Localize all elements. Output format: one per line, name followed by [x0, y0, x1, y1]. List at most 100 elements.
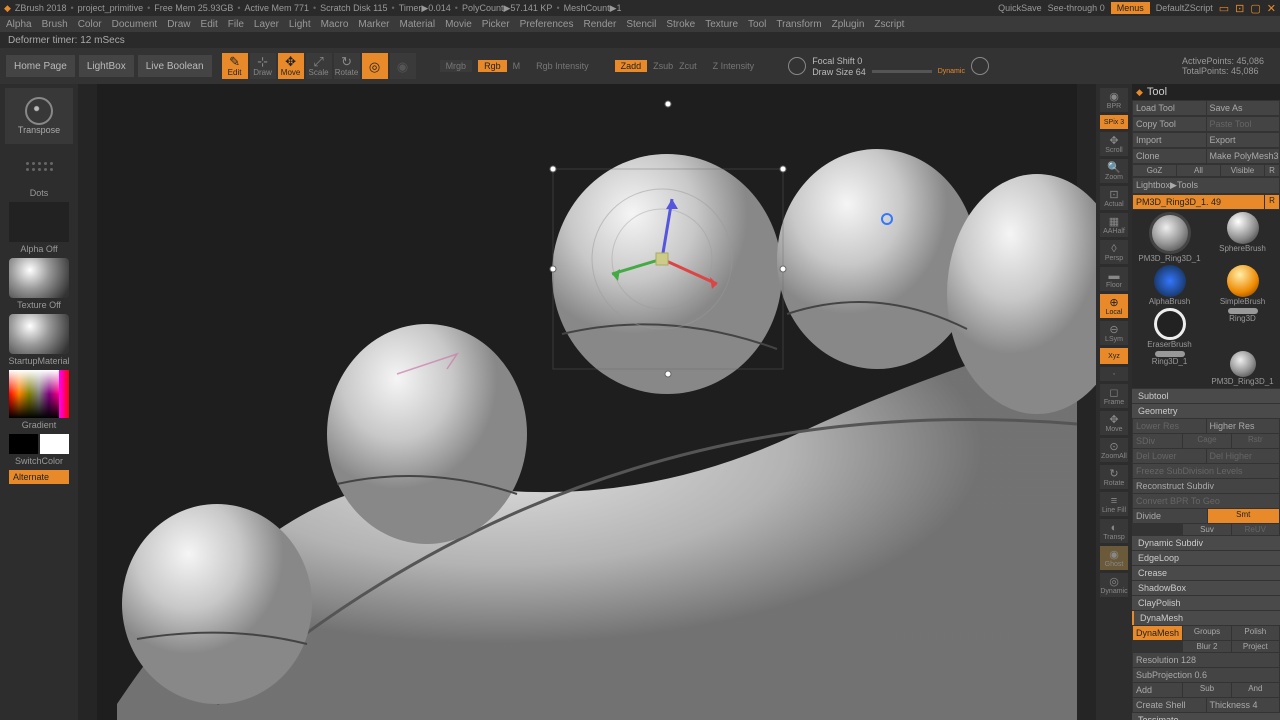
menu-preferences[interactable]: Preferences — [520, 19, 574, 30]
bpr-button[interactable]: ◉BPR — [1100, 88, 1128, 112]
solo-button[interactable]: ◎Dynamic — [1100, 573, 1128, 597]
menu-stroke[interactable]: Stroke — [666, 19, 695, 30]
floor-button[interactable]: ▬Floor — [1100, 267, 1128, 291]
actual-button[interactable]: ⊡Actual — [1100, 186, 1128, 210]
scale-mode-button[interactable]: ⤢Scale — [306, 53, 332, 79]
menu-file[interactable]: File — [228, 19, 244, 30]
xyz-button[interactable]: Xyz — [1100, 348, 1128, 364]
rotate-mode-button[interactable]: ↻Rotate — [334, 53, 360, 79]
goz-button[interactable]: GoZ — [1133, 165, 1176, 176]
sub-button[interactable]: Sub — [1183, 683, 1230, 697]
persp-button[interactable]: ◊Persp — [1100, 240, 1128, 264]
copy-tool-button[interactable]: Copy Tool — [1133, 117, 1206, 131]
menu-macro[interactable]: Macro — [321, 19, 349, 30]
scroll-button[interactable]: ✥Scroll — [1100, 132, 1128, 156]
gradient-label[interactable]: Gradient — [22, 420, 57, 430]
gizmo-button[interactable]: ◎ — [362, 53, 388, 79]
reuv-button[interactable]: ReUV — [1232, 524, 1279, 535]
menu-draw[interactable]: Draw — [167, 19, 190, 30]
polish-button[interactable]: Polish — [1232, 626, 1279, 640]
shadowbox-section[interactable]: ShadowBox — [1132, 581, 1280, 595]
del-lower-button[interactable]: Del Lower — [1133, 449, 1206, 463]
menu-stencil[interactable]: Stencil — [626, 19, 656, 30]
menu-edit[interactable]: Edit — [201, 19, 218, 30]
lightbox-tools-path[interactable]: Lightbox▶Tools — [1133, 178, 1279, 193]
r2-button[interactable]: R — [1265, 195, 1279, 209]
menu-document[interactable]: Document — [112, 19, 158, 30]
tool-thumb-ring3d[interactable]: Ring3D — [1207, 308, 1278, 349]
close-icon[interactable]: ✕ — [1267, 2, 1276, 15]
resolution-slider[interactable]: Resolution 128 — [1133, 653, 1279, 667]
menu-tool[interactable]: Tool — [748, 19, 766, 30]
suv-button[interactable]: Suv — [1183, 524, 1230, 535]
zcut-button[interactable]: Zcut — [679, 61, 697, 71]
menu-render[interactable]: Render — [584, 19, 617, 30]
lower-res-button[interactable]: Lower Res — [1133, 419, 1206, 433]
save-as-button[interactable]: Save As — [1207, 101, 1280, 115]
move-view-button[interactable]: ✥Move — [1100, 411, 1128, 435]
rotate-view-button[interactable]: ↻Rotate — [1100, 465, 1128, 489]
edgeloop-section[interactable]: EdgeLoop — [1132, 551, 1280, 565]
menu-zscript[interactable]: Zscript — [874, 19, 904, 30]
material-swatch[interactable] — [9, 314, 69, 354]
tool-thumb-ring3d1[interactable]: Ring3D_1 — [1134, 351, 1205, 386]
size-dial-icon[interactable] — [971, 57, 989, 75]
zsub-button[interactable]: Zsub — [653, 61, 673, 71]
subprojection-slider[interactable]: SubProjection 0.6 — [1133, 668, 1279, 682]
tool-thumb-alpha[interactable]: AlphaBrush — [1134, 265, 1205, 306]
create-shell-button[interactable]: Create Shell — [1133, 698, 1206, 712]
menu-light[interactable]: Light — [289, 19, 311, 30]
pin-icon[interactable]: ◆ — [1136, 87, 1143, 98]
higher-res-button[interactable]: Higher Res — [1207, 419, 1280, 433]
move-mode-button[interactable]: ✥Move — [278, 53, 304, 79]
del-higher-button[interactable]: Del Higher — [1207, 449, 1280, 463]
groups-button[interactable]: Groups — [1183, 626, 1230, 640]
home-page-button[interactable]: Home Page — [6, 55, 75, 77]
zadd-button[interactable]: Zadd — [615, 60, 648, 72]
freeze-subdiv-button[interactable]: Freeze SubDivision Levels — [1133, 464, 1279, 478]
import-button[interactable]: Import — [1133, 133, 1206, 147]
smt-button[interactable]: Smt — [1208, 509, 1280, 523]
visible-button[interactable]: Visible — [1221, 165, 1264, 176]
focal-dial-icon[interactable] — [788, 57, 806, 75]
linefill-button[interactable]: ≡Line Fill — [1100, 492, 1128, 516]
switch-color-label[interactable]: SwitchColor — [15, 456, 63, 466]
draw-size-slider[interactable]: Draw Size 64 — [812, 67, 866, 77]
tool-panel-header[interactable]: ◆ Tool — [1132, 84, 1280, 100]
convert-bpr-button[interactable]: Convert BPR To Geo — [1133, 494, 1279, 508]
seethrough-slider[interactable]: See-through 0 — [1048, 3, 1105, 13]
dynamic-toggle[interactable]: Dynamic — [938, 68, 965, 75]
color-switch[interactable] — [9, 434, 69, 454]
spix-slider[interactable]: SPix 3 — [1100, 115, 1128, 129]
lsym-button[interactable]: ⊖LSym — [1100, 321, 1128, 345]
menu-picker[interactable]: Picker — [482, 19, 510, 30]
texture-swatch[interactable] — [9, 258, 69, 298]
live-boolean-button[interactable]: Live Boolean — [138, 55, 212, 77]
crease-section[interactable]: Crease — [1132, 566, 1280, 580]
menu-brush[interactable]: Brush — [42, 19, 68, 30]
paste-tool-button[interactable]: Paste Tool — [1207, 117, 1280, 131]
menu-marker[interactable]: Marker — [358, 19, 389, 30]
cage-button[interactable]: Cage — [1183, 434, 1230, 448]
zoom-button[interactable]: 🔍Zoom — [1100, 159, 1128, 183]
zoomall-button[interactable]: ⊙ZoomAll — [1100, 438, 1128, 462]
geometry-section[interactable]: Geometry — [1132, 404, 1280, 418]
menus-button[interactable]: Menus — [1111, 2, 1150, 14]
add-button[interactable]: Add — [1133, 683, 1182, 697]
edit-mode-button[interactable]: ✎Edit — [222, 53, 248, 79]
export-button[interactable]: Export — [1207, 133, 1280, 147]
maximize-icon[interactable]: ▢ — [1250, 2, 1260, 15]
tool-thumb-pm3d[interactable]: PM3D_Ring3D_1 — [1207, 351, 1278, 386]
quicksave-button[interactable]: QuickSave — [998, 3, 1042, 13]
blur-slider[interactable]: Blur 2 — [1183, 641, 1230, 652]
project-button[interactable]: Project — [1232, 641, 1279, 652]
menu-zplugin[interactable]: Zplugin — [832, 19, 865, 30]
current-tool-name[interactable]: PM3D_Ring3D_1. 49 — [1133, 195, 1264, 209]
transp-button[interactable]: ◐Transp — [1100, 519, 1128, 543]
menu-transform[interactable]: Transform — [776, 19, 821, 30]
clone-button[interactable]: Clone — [1133, 149, 1206, 163]
alternate-button[interactable]: Alternate — [9, 470, 69, 484]
transpose-tool[interactable]: Transpose — [5, 88, 73, 144]
reconstruct-subdiv-button[interactable]: Reconstruct Subdiv — [1133, 479, 1279, 493]
viewport-canvas[interactable] — [78, 84, 1096, 720]
